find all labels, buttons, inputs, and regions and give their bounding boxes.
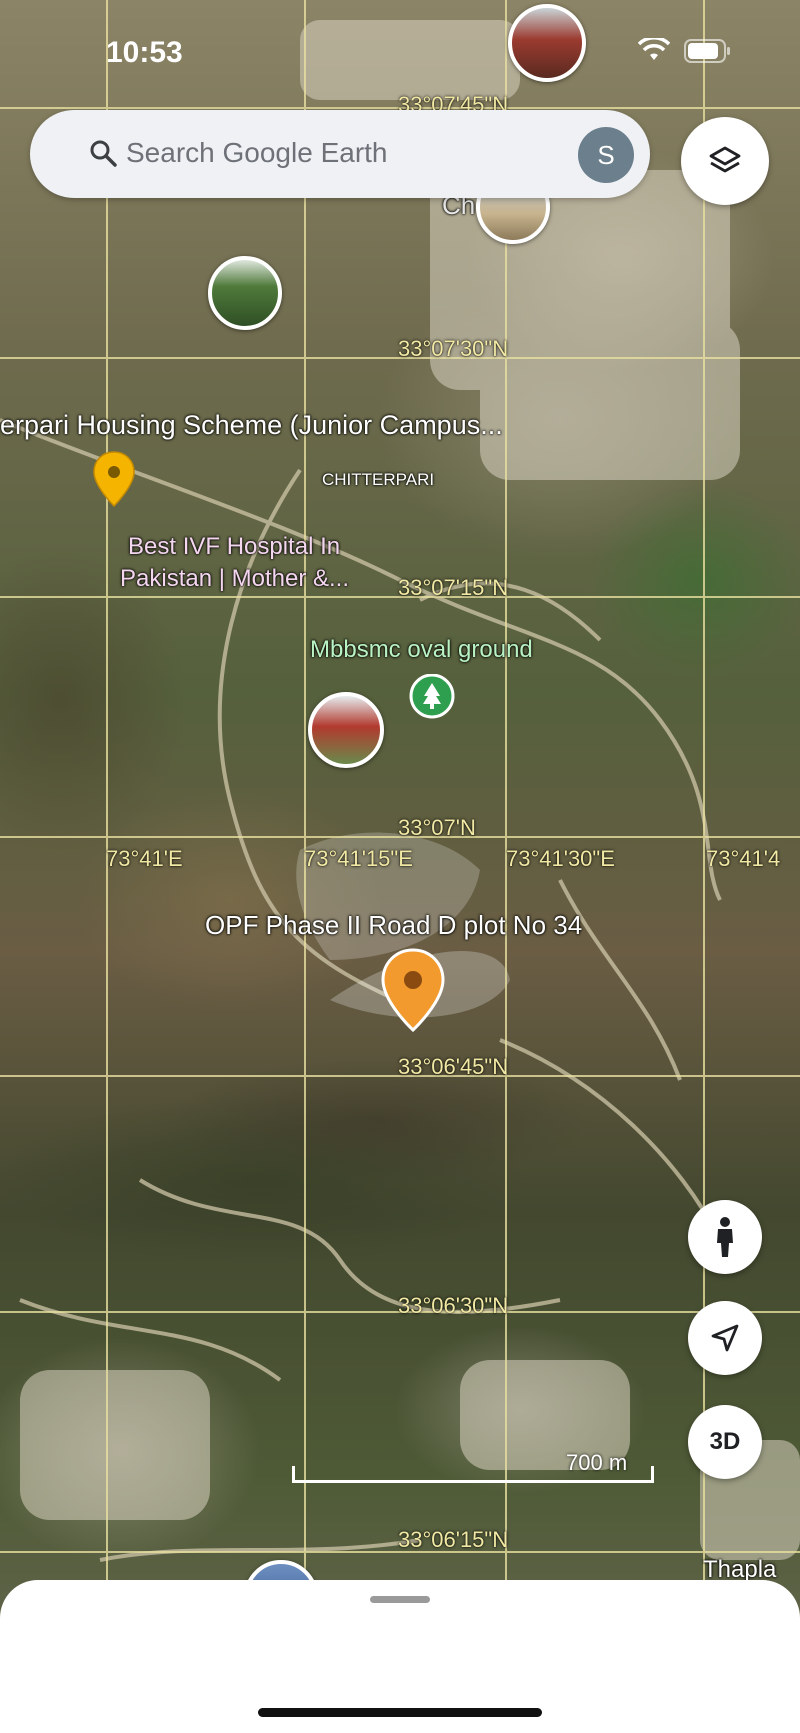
tree-icon[interactable]	[408, 674, 456, 722]
latitude-label: 33°07'30"N	[398, 336, 509, 361]
layers-button[interactable]	[681, 117, 769, 205]
search-icon	[90, 140, 117, 167]
location-arrow-icon	[711, 1324, 739, 1352]
my-location-button[interactable]	[688, 1301, 762, 1375]
latitude-label: 33°07'15"N	[398, 575, 509, 600]
place-label-chitterpari: CHITTERPARI	[322, 470, 435, 489]
longitude-label: 73°41'15"E	[304, 846, 413, 871]
battery-icon	[684, 39, 730, 63]
latitude-label: 33°06'15"N	[398, 1527, 509, 1552]
place-label-oval-ground[interactable]: Mbbsmc oval ground	[310, 636, 533, 664]
photo-thumbnail[interactable]	[508, 4, 586, 82]
latitude-label: 33°06'30"N	[398, 1293, 509, 1318]
scale-label: 700 m	[566, 1450, 628, 1475]
longitude-label: 73°41'30"E	[506, 846, 615, 871]
photo-thumbnail[interactable]	[208, 256, 282, 330]
place-label-housing-scheme[interactable]: erpari Housing Scheme (Junior Campus...	[0, 410, 503, 441]
status-icons	[638, 38, 732, 64]
layers-icon	[709, 146, 741, 173]
latitude-label: 33°07'N	[398, 815, 476, 840]
photo-thumbnail[interactable]	[308, 692, 384, 768]
street-view-button[interactable]	[688, 1200, 762, 1274]
status-time: 10:53	[106, 36, 183, 69]
orange-pin-icon[interactable]	[380, 948, 446, 1032]
place-label-ivf-hospital[interactable]: Best IVF Hospital In	[128, 533, 340, 561]
yellow-pin-icon[interactable]	[92, 450, 136, 508]
search-bar[interactable]: Search Google Earth S	[30, 110, 650, 198]
bottom-sheet[interactable]	[0, 1580, 800, 1733]
sheet-drag-handle[interactable]	[370, 1596, 430, 1603]
home-indicator	[258, 1708, 542, 1717]
search-placeholder[interactable]: Search Google Earth	[126, 137, 388, 169]
longitude-label: 73°41'4	[706, 846, 781, 871]
pegman-icon	[717, 1217, 733, 1257]
place-label-ivf-hospital-2[interactable]: Pakistan | Mother &...	[120, 565, 349, 593]
account-avatar[interactable]: S	[578, 127, 634, 183]
place-label-plot[interactable]: OPF Phase II Road D plot No 34	[205, 910, 582, 941]
wifi-icon	[638, 38, 670, 60]
latitude-label: 33°06'45"N	[398, 1054, 509, 1079]
3d-toggle-button[interactable]: 3D	[688, 1405, 762, 1479]
longitude-label: 73°41'E	[106, 846, 183, 871]
